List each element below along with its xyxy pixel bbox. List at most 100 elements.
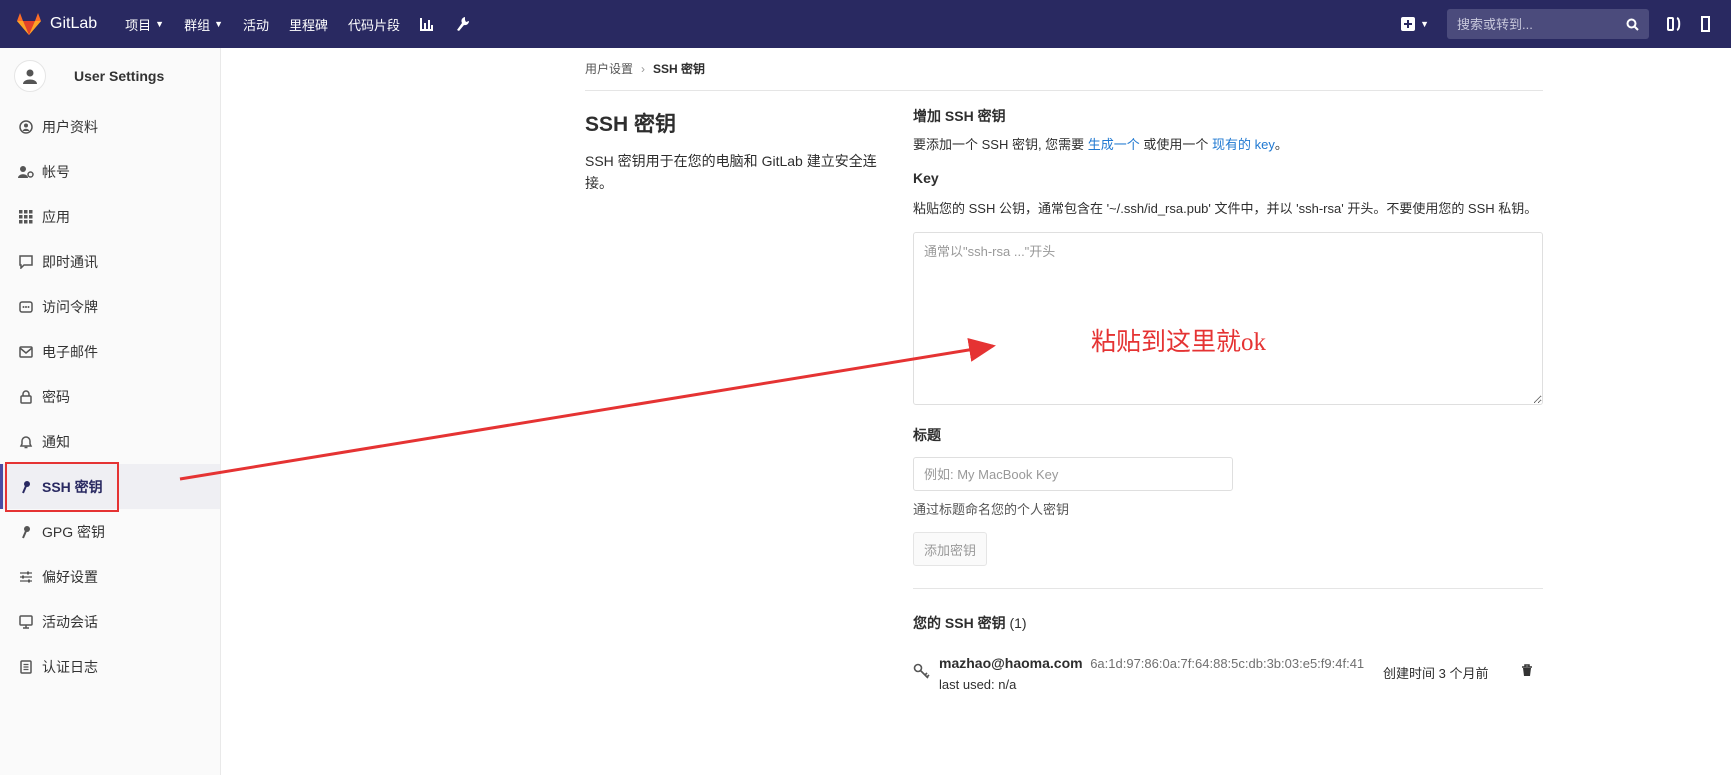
sidebar-item-emails[interactable]: 电子邮件 [0,329,220,374]
key-fingerprint: 6a:1d:97:86:0a:7f:64:88:5c:db:3b:03:e5:f… [1090,656,1365,671]
add-key-button[interactable]: 添加密钥 [913,532,988,566]
trash-icon[interactable] [1521,664,1533,680]
sidebar-item-label: 密码 [42,388,70,405]
nav-milestones[interactable]: 里程碑 [289,15,328,34]
gitlab-logo-icon [17,13,41,35]
key-help-text: 粘贴您的 SSH 公钥，通常包含在 '~/.ssh/id_rsa.pub' 文件… [913,201,1538,216]
sidebar-item-label: 访问令牌 [42,298,98,315]
search-box[interactable] [1447,9,1649,39]
search-icon[interactable] [1626,18,1639,31]
breadcrumb: 用户设置 › SSH 密钥 [585,60,705,77]
sidebar-title: User Settings [74,68,165,84]
log-icon [18,659,34,674]
sidebar-item-access-tokens[interactable]: 访问令牌 [0,284,220,329]
nav-projects[interactable]: 项目 ▼ [125,15,164,34]
key-icon [18,525,34,539]
merge-requests-icon[interactable] [1667,16,1681,32]
brand-name: GitLab [50,15,98,32]
sidebar-item-applications[interactable]: 应用 [0,194,220,239]
user-menu-icon[interactable] [1701,16,1711,32]
user-icon [23,69,37,84]
sidebar-item-label: GPG 密钥 [42,523,106,540]
wrench-icon[interactable] [456,16,470,32]
form-desc-suffix: 。 [1274,137,1288,152]
form-heading: 增加 SSH 密钥 [913,108,1006,124]
nav-activity-label: 活动 [243,17,270,33]
lock-icon [18,389,34,404]
sidebar-header[interactable]: User Settings [0,48,220,104]
chevron-down-icon: ▼ [155,19,165,29]
sidebar-item-chat[interactable]: 即时通讯 [0,239,220,284]
sidebar-item-label: 即时通讯 [42,253,98,270]
sidebar-item-label: 通知 [42,433,70,450]
nav-snippets[interactable]: 代码片段 [348,15,400,34]
page-title: SSH 密钥 [585,113,677,136]
keys-title-text: 您的 SSH 密钥 [913,615,1006,631]
sidebar-item-label: 电子邮件 [42,343,98,360]
intro-section: SSH 密钥 SSH 密钥用于在您的电脑和 GitLab 建立安全连接。 [585,108,885,194]
annotation-highlight-box [5,462,119,512]
nav-projects-label: 项目 [125,17,152,33]
new-menu-button[interactable]: ▼ [1401,17,1429,31]
sidebar-item-label: 用户资料 [42,118,98,135]
divider [585,90,1543,91]
sidebar-item-gpg-keys[interactable]: GPG 密钥 [0,509,220,554]
form-description: 要添加一个 SSH 密钥, 您需要 生成一个 或使用一个 现有的 key。 [913,134,1543,156]
profile-icon [18,119,34,134]
top-navbar: GitLab 项目 ▼ 群组 ▼ 活动 里程碑 代码片段 ▼ [0,0,1731,48]
divider [913,588,1543,589]
monitor-icon [18,614,34,629]
applications-icon [18,209,34,224]
form-desc-prefix: 要添加一个 SSH 密钥, 您需要 [913,137,1088,152]
chevron-down-icon: ▼ [214,19,224,29]
sidebar-item-password[interactable]: 密码 [0,374,220,419]
keys-count: (1) [1009,615,1027,631]
list-item[interactable]: mazhao@haoma.com 6a:1d:97:86:0a:7f:64:88… [913,655,1543,692]
key-icon [913,655,939,682]
sidebar-item-preferences[interactable]: 偏好设置 [0,554,220,599]
sidebar-item-active-sessions[interactable]: 活动会话 [0,599,220,644]
search-input[interactable] [1457,16,1617,32]
nav-snippets-label: 代码片段 [348,17,401,33]
sidebar-item-label: 认证日志 [42,658,98,675]
email-icon [18,345,34,358]
keys-list-title: 您的 SSH 密钥 (1) [913,613,1543,633]
breadcrumb-parent[interactable]: 用户设置 [585,60,633,77]
sidebar-item-notifications[interactable]: 通知 [0,419,220,464]
gitlab-home-link[interactable]: GitLab [16,12,97,36]
sidebar-item-label: 偏好设置 [42,568,98,585]
key-title[interactable]: mazhao@haoma.com [939,655,1083,671]
bell-icon [18,435,34,449]
intro-text: SSH 密钥用于在您的电脑和 GitLab 建立安全连接。 [585,153,877,191]
chevron-right-icon: › [641,61,646,76]
sliders-icon [18,571,34,583]
key-created-time: 创建时间 3 个月前 [1383,666,1489,681]
key-label: Key [913,170,939,186]
title-input[interactable] [913,457,1233,491]
ssh-key-form: 增加 SSH 密钥 要添加一个 SSH 密钥, 您需要 生成一个 或使用一个 现… [913,106,1543,692]
sidebar-item-label: 活动会话 [42,613,98,630]
key-textarea[interactable] [913,232,1543,405]
nav-activity[interactable]: 活动 [243,15,269,34]
form-desc-middle: 或使用一个 [1139,137,1213,152]
sidebar-item-account[interactable]: 帐号 [0,149,220,194]
nav-groups[interactable]: 群组 ▼ [184,15,223,34]
nav-groups-label: 群组 [184,17,211,33]
title-help-text: 通过标题命名您的个人密钥 [913,502,1070,517]
annotation-text: 粘贴到这里就ok [1091,329,1267,356]
account-icon [18,165,34,179]
title-label: 标题 [913,427,941,443]
generate-key-link[interactable]: 生成一个 [1088,137,1140,152]
sidebar-item-profile[interactable]: 用户资料 [0,104,220,149]
token-icon [18,300,34,313]
existing-key-link[interactable]: 现有的 key [1212,137,1275,152]
sidebar-item-auth-log[interactable]: 认证日志 [0,644,220,689]
avatar [14,60,46,92]
breadcrumb-current[interactable]: SSH 密钥 [653,60,705,77]
key-last-used: last used: n/a [939,677,1017,692]
settings-sidebar: User Settings 用户资料 帐号 应用 即时通讯 访问令牌 电子邮件 … [0,48,221,775]
sidebar-item-label: 应用 [42,208,70,225]
nav-milestones-label: 里程碑 [289,17,329,33]
chevron-down-icon: ▼ [1420,19,1429,29]
chart-icon[interactable] [420,17,434,31]
